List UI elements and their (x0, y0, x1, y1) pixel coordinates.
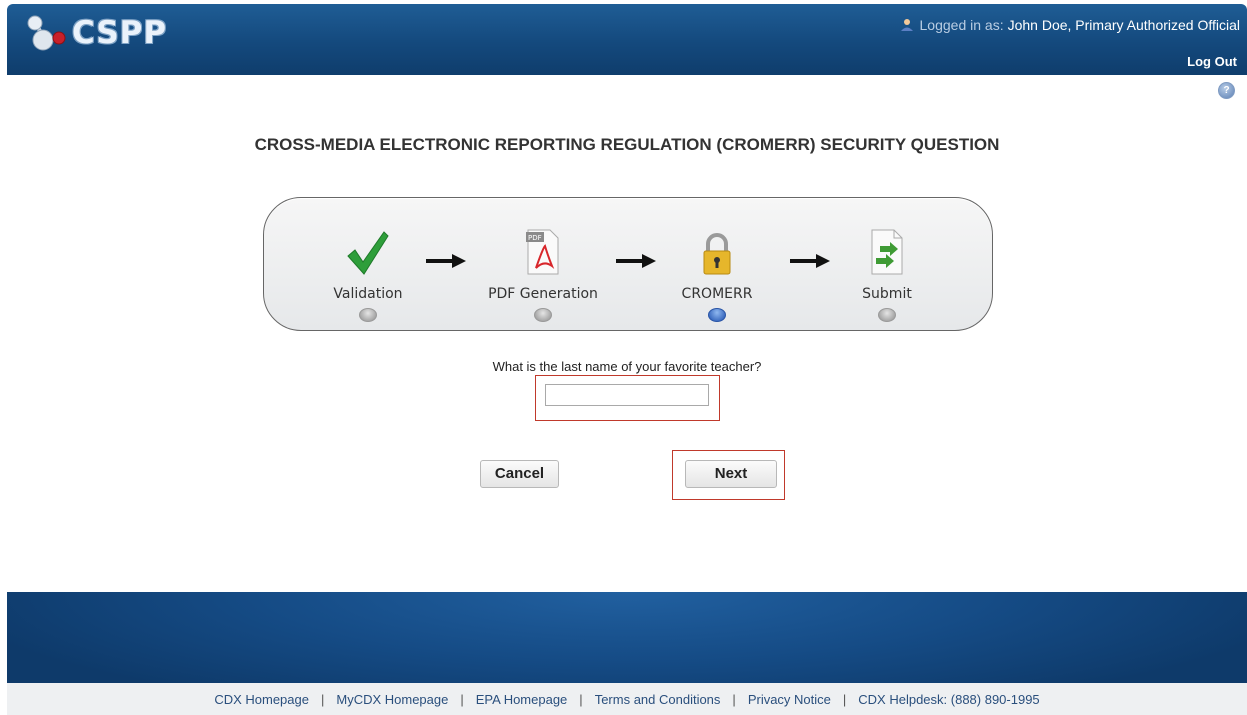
step-pdf-generation: PDF PDF Generation (473, 198, 613, 322)
step-label: CROMERR (681, 286, 753, 302)
user-name: John Doe, Primary Authorized Official (1007, 17, 1240, 33)
checkmark-icon (347, 231, 389, 275)
step-indicator-active (708, 308, 726, 322)
answer-highlight (535, 375, 720, 421)
arrow-right-icon (426, 254, 466, 268)
logout-link[interactable]: Log Out (1187, 54, 1237, 69)
page-frame: CSPP Logged in as: John Doe, Primary Aut… (7, 0, 1247, 715)
footer-separator: | (732, 691, 736, 707)
page-title: CROSS-MEDIA ELECTRONIC REPORTING REGULAT… (254, 135, 1000, 154)
footer-link-epa-homepage[interactable]: EPA Homepage (476, 692, 568, 707)
user-icon (900, 19, 913, 31)
molecule-logo-icon (27, 15, 66, 51)
footer-link-mycdx-homepage[interactable]: MyCDX Homepage (336, 692, 448, 707)
footer-separator: | (579, 691, 583, 707)
footer-links: CDX Homepage | MyCDX Homepage | EPA Home… (7, 683, 1247, 715)
step-indicator (534, 308, 552, 322)
footer-separator: | (842, 691, 847, 707)
next-button[interactable]: Next (685, 460, 777, 488)
submit-document-icon (871, 229, 903, 275)
footer-link-helpdesk[interactable]: CDX Helpdesk: (888) 890-1995 (858, 692, 1039, 707)
header-bar: CSPP Logged in as: John Doe, Primary Aut… (7, 4, 1247, 75)
security-question-label: What is the last name of your favorite t… (492, 359, 762, 374)
logged-in-label: Logged in as: (919, 17, 1004, 33)
next-highlight: Next (672, 450, 785, 500)
login-info: Logged in as: John Doe, Primary Authoriz… (900, 17, 1240, 33)
step-label: PDF Generation (488, 286, 598, 302)
help-icon[interactable]: ? (1218, 82, 1235, 99)
step-indicator (878, 308, 896, 322)
step-indicator (359, 308, 377, 322)
footer-link-terms[interactable]: Terms and Conditions (595, 692, 721, 707)
step-label: Submit (862, 286, 912, 302)
footer-link-cdx-homepage[interactable]: CDX Homepage (214, 692, 309, 707)
svg-text:PDF: PDF (528, 234, 542, 242)
lock-icon (703, 233, 731, 275)
progress-tracker: Validation PDF PDF Generation CROMERR Su… (263, 197, 993, 331)
footer-banner (7, 592, 1247, 683)
footer-link-privacy[interactable]: Privacy Notice (748, 692, 831, 707)
step-label: Validation (333, 286, 403, 302)
pdf-icon: PDF (526, 229, 559, 275)
step-cromerr: CROMERR (647, 198, 787, 322)
security-answer-input[interactable] (545, 384, 709, 406)
cspp-logo[interactable]: CSPP (24, 12, 167, 54)
footer-separator: | (320, 691, 325, 707)
step-submit: Submit (817, 198, 957, 322)
footer-separator: | (460, 691, 464, 707)
cancel-button[interactable]: Cancel (480, 460, 559, 488)
step-validation: Validation (298, 198, 438, 322)
logo-text: CSPP (72, 15, 168, 51)
